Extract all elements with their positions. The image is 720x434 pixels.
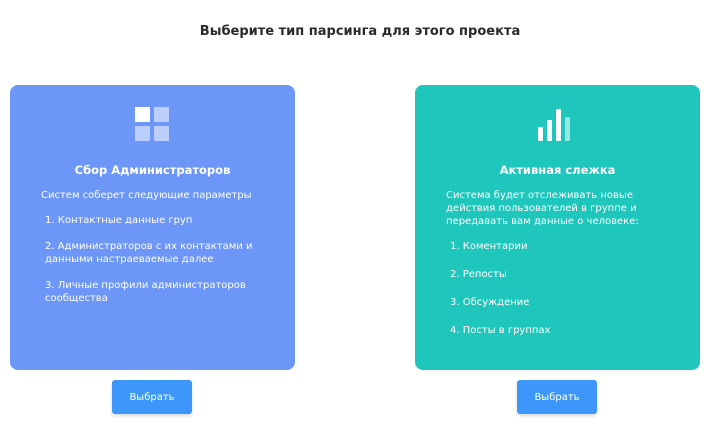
card-title: Активная слежка: [499, 163, 616, 177]
list-item: 2. Администраторов с их контактами и дан…: [45, 241, 253, 265]
parameter-list: 1. Контактные данные груп 2. Администрат…: [41, 214, 266, 305]
bar-chart-icon: [537, 107, 578, 147]
grid-icon: [134, 107, 171, 147]
card-intro: Система будет отслеживать новые действия…: [446, 190, 639, 227]
list-item: 1. Контактные данные груп: [45, 215, 193, 226]
card-body: Система будет отслеживать новые действия…: [446, 189, 676, 352]
select-admin-button[interactable]: Выбрать: [112, 380, 192, 414]
page-title: Выберите тип парсинга для этого проекта: [199, 24, 521, 39]
card-title: Сбор Администраторов: [74, 163, 231, 177]
select-tracking-button[interactable]: Выбрать: [517, 380, 597, 414]
list-item: 1. Коментарии: [450, 241, 528, 252]
card-admin-collection[interactable]: Сбор Администраторов Систем соберет след…: [10, 85, 295, 370]
list-item: 2. Репосты: [450, 269, 507, 280]
card-body: Систем соберет следующие параметры 1. Ко…: [41, 189, 266, 318]
tracking-list: 1. Коментарии 2. Репосты 3. Обсуждение 4…: [446, 240, 676, 337]
list-item: 3. Обсуждение: [450, 297, 530, 308]
list-item: 3. Личные профили администраторов сообще…: [45, 280, 246, 304]
card-intro: Систем соберет следующие параметры: [41, 190, 252, 201]
card-active-tracking[interactable]: Активная слежка Система будет отслеживат…: [415, 85, 700, 370]
list-item: 4. Посты в группах: [450, 325, 551, 336]
